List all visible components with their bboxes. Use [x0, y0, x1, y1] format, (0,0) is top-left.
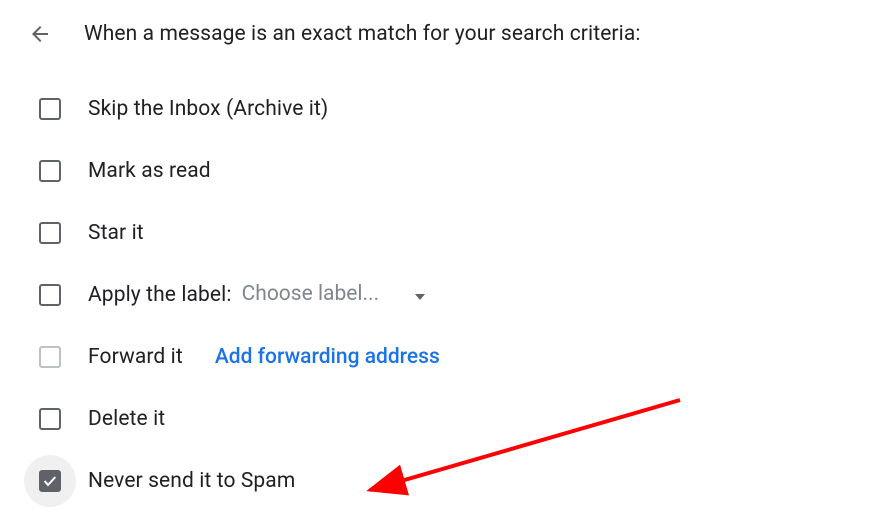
option-label: Apply the label: — [88, 283, 232, 307]
option-mark-read: Mark as read — [24, 140, 882, 202]
option-star-it: Star it — [24, 202, 882, 264]
checkbox-wrap — [24, 83, 76, 135]
option-label: Skip the Inbox (Archive it) — [88, 97, 328, 121]
option-forward-it: Forward it Add forwarding address — [24, 326, 882, 388]
dialog-title: When a message is an exact match for you… — [84, 22, 641, 46]
back-button[interactable] — [24, 18, 56, 50]
option-delete-it: Delete it — [24, 388, 882, 450]
filter-options-list: Skip the Inbox (Archive it) Mark as read… — [0, 74, 882, 512]
checkbox-wrap — [24, 145, 76, 197]
checkbox-forward-it[interactable] — [39, 346, 61, 368]
option-skip-inbox: Skip the Inbox (Archive it) — [24, 78, 882, 140]
option-label: Star it — [88, 221, 144, 245]
caret-down-icon — [415, 285, 425, 304]
option-label: Never send it to Spam — [88, 469, 295, 493]
checkbox-skip-inbox[interactable] — [39, 98, 61, 120]
option-label: Forward it — [88, 345, 183, 369]
option-apply-label: Apply the label: Choose label... — [24, 264, 882, 326]
arrow-left-icon — [28, 22, 52, 46]
add-forwarding-link[interactable]: Add forwarding address — [215, 345, 440, 369]
checkbox-star-it[interactable] — [39, 222, 61, 244]
checkbox-delete-it[interactable] — [39, 408, 61, 430]
dialog-header: When a message is an exact match for you… — [0, 0, 882, 74]
checkbox-apply-label[interactable] — [39, 284, 61, 306]
option-label: Delete it — [88, 407, 165, 431]
checkbox-wrap — [24, 269, 76, 321]
checkbox-never-spam[interactable] — [39, 470, 61, 492]
option-never-spam: Never send it to Spam — [24, 450, 882, 512]
dropdown-placeholder: Choose label... — [242, 282, 380, 306]
checkbox-wrap — [24, 207, 76, 259]
choose-label-dropdown[interactable]: Choose label... — [242, 282, 426, 308]
checkbox-wrap — [24, 331, 76, 383]
checkbox-mark-read[interactable] — [39, 160, 61, 182]
option-label: Mark as read — [88, 159, 211, 183]
checkbox-wrap — [24, 393, 76, 445]
check-icon — [42, 473, 58, 489]
checkbox-wrap — [24, 455, 76, 507]
